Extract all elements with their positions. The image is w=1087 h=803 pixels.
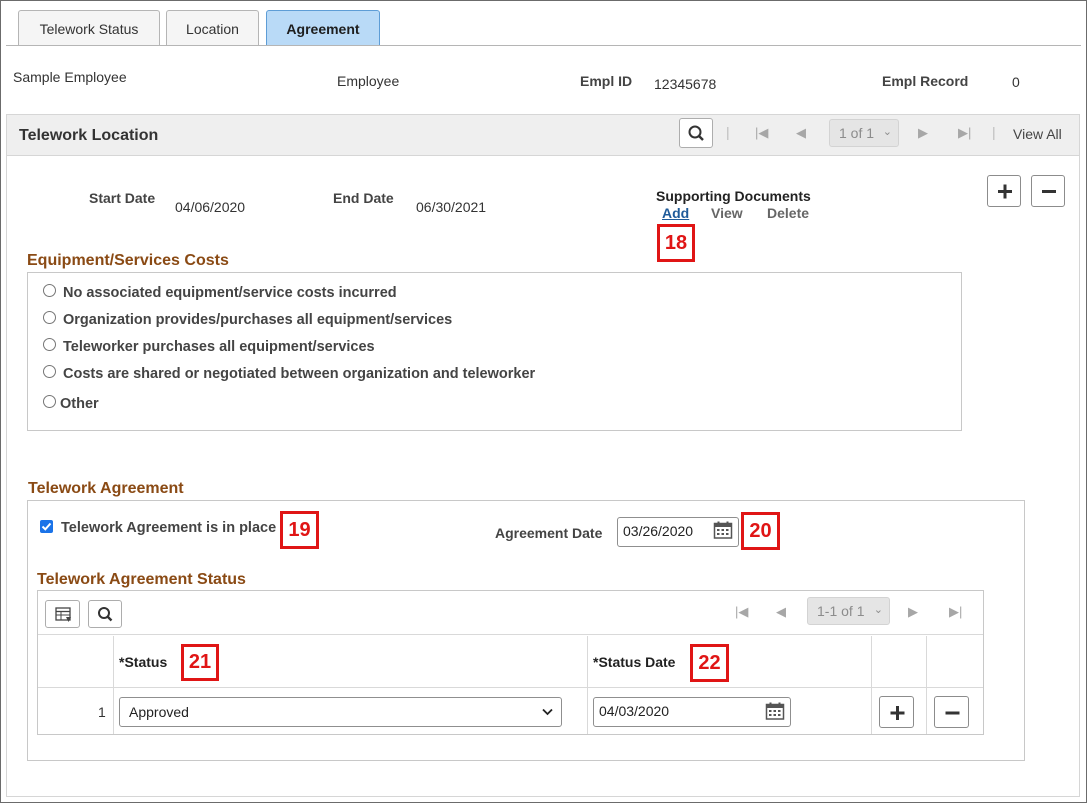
status-date-input[interactable]: 04/03/2020: [593, 697, 791, 727]
previous-page-icon[interactable]: ◀: [776, 604, 786, 620]
tab-divider: [6, 45, 1081, 46]
empl-id-value: 12345678: [654, 76, 717, 92]
view-document-link[interactable]: View: [711, 205, 743, 221]
personalize-grid-button[interactable]: [45, 600, 80, 628]
minus-icon: [1042, 190, 1056, 193]
agreement-date-value: 03/26/2020: [623, 523, 694, 539]
calendar-icon[interactable]: [765, 702, 785, 720]
radio-label: No associated equipment/service costs in…: [63, 285, 397, 301]
radio-label: Organization provides/purchases all equi…: [63, 312, 453, 328]
separator: |: [992, 124, 996, 140]
grid-search-button[interactable]: [88, 600, 122, 628]
grid-personalize-icon: [55, 607, 71, 622]
search-button[interactable]: [679, 118, 713, 148]
last-page-icon[interactable]: ▶|: [958, 125, 971, 141]
radio-option-costs-shared[interactable]: Costs are shared or negotiated between o…: [43, 364, 536, 382]
radio-button[interactable]: [43, 283, 56, 297]
empl-id-label: Empl ID: [580, 73, 633, 89]
radio-button[interactable]: [43, 394, 56, 408]
tab-telework-status[interactable]: Telework Status: [18, 10, 160, 46]
agreement-status-title: Telework Agreement Status: [37, 571, 246, 588]
chevron-down-icon: ⌄: [873, 604, 883, 616]
plus-icon: [890, 706, 905, 720]
view-all-link[interactable]: View All: [1013, 126, 1062, 142]
delete-document-link[interactable]: Delete: [767, 205, 809, 221]
first-page-icon[interactable]: |◀: [755, 125, 768, 141]
agreement-in-place-checkbox[interactable]: [40, 520, 53, 533]
equipment-costs-title: Equipment/Services Costs: [27, 252, 229, 269]
end-date-value: 06/30/2021: [416, 199, 487, 215]
radio-button[interactable]: [43, 337, 56, 351]
agreement-date-label: Agreement Date: [495, 525, 603, 541]
chevron-down-icon: [542, 708, 553, 716]
remove-row-button[interactable]: [1031, 175, 1065, 207]
start-date-label: Start Date: [89, 190, 156, 206]
status-date-column-header: *Status Date: [593, 654, 676, 670]
callout-18: 18: [657, 224, 695, 262]
tab-agreement[interactable]: Agreement: [266, 10, 380, 46]
status-column-header: *Status: [119, 654, 168, 670]
tab-label: Location: [186, 20, 239, 37]
radio-label: Costs are shared or negotiated between o…: [63, 366, 536, 382]
tab-label: Telework Status: [39, 20, 139, 37]
remove-status-row-button[interactable]: [934, 696, 969, 728]
tab-location[interactable]: Location: [166, 10, 259, 46]
agreement-in-place-label: Telework Agreement is in place: [61, 520, 277, 536]
pager-select[interactable]: 1 of 1 ⌄: [829, 119, 899, 147]
add-status-row-button[interactable]: [879, 696, 914, 728]
empl-record-label: Empl Record: [882, 73, 969, 89]
chevron-down-icon: ⌄: [882, 126, 892, 138]
radio-option-no-costs[interactable]: No associated equipment/service costs in…: [43, 283, 397, 301]
radio-label: Other: [60, 396, 99, 412]
callout-19: 19: [280, 511, 319, 549]
add-document-link[interactable]: Add: [662, 205, 689, 221]
pager-text: 1-1 of 1: [817, 603, 865, 619]
last-page-icon[interactable]: ▶|: [949, 604, 962, 620]
radio-label: Teleworker purchases all equipment/servi…: [63, 339, 375, 355]
grid-pager-select[interactable]: 1-1 of 1 ⌄: [807, 597, 890, 625]
tab-label: Agreement: [286, 20, 360, 37]
pager-text: 1 of 1: [839, 125, 875, 141]
supporting-documents-title: Supporting Documents: [656, 188, 811, 204]
employee-type: Employee: [337, 73, 400, 89]
callout-21: 21: [181, 644, 219, 681]
telework-agreement-title: Telework Agreement: [28, 480, 184, 497]
callout-22: 22: [690, 644, 729, 682]
callout-20: 20: [741, 512, 780, 550]
radio-option-teleworker-purchases[interactable]: Teleworker purchases all equipment/servi…: [43, 337, 375, 355]
next-page-icon[interactable]: ▶: [918, 125, 928, 141]
plus-icon: [998, 184, 1012, 199]
minus-icon: [945, 711, 960, 715]
status-select[interactable]: Approved: [119, 697, 562, 727]
start-date-value: 04/06/2020: [175, 199, 246, 215]
next-page-icon[interactable]: ▶: [908, 604, 918, 620]
radio-button[interactable]: [43, 310, 56, 324]
status-value: Approved: [129, 704, 189, 720]
calendar-icon[interactable]: [713, 521, 733, 539]
end-date-label: End Date: [333, 190, 394, 206]
radio-button[interactable]: [43, 364, 56, 378]
checkmark-icon: [41, 522, 52, 531]
first-page-icon[interactable]: |◀: [735, 604, 748, 620]
radio-option-org-provides[interactable]: Organization provides/purchases all equi…: [43, 310, 453, 328]
add-row-button[interactable]: [987, 175, 1021, 207]
section-title: Telework Location: [19, 127, 159, 144]
separator: |: [726, 124, 730, 140]
search-icon: [98, 607, 113, 622]
empl-record-value: 0: [1012, 74, 1020, 90]
radio-option-other[interactable]: Other: [43, 394, 99, 412]
row-number: 1: [98, 704, 106, 720]
employee-name: Sample Employee: [13, 69, 127, 85]
status-date-value: 04/03/2020: [599, 703, 670, 719]
search-icon: [688, 125, 704, 141]
previous-page-icon[interactable]: ◀: [796, 125, 806, 141]
